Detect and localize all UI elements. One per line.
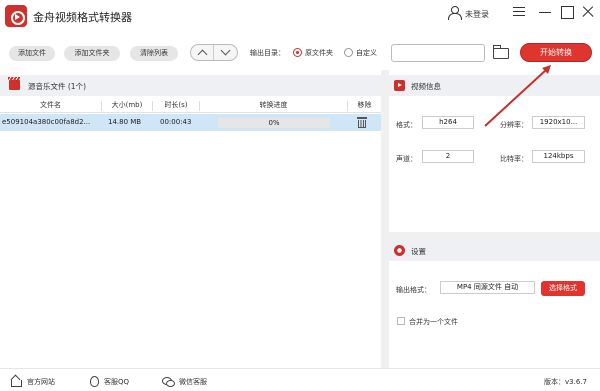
merge-label: 合并为一个文件 (409, 318, 458, 326)
resolution-label: 分辨率： (500, 121, 528, 129)
move-down-button[interactable] (214, 45, 237, 60)
trash-icon[interactable] (357, 117, 367, 128)
user-icon (448, 6, 462, 20)
wechat-support-link[interactable]: 微信客服 (179, 377, 207, 387)
output-path-input[interactable] (391, 44, 485, 62)
format-value: h264 (422, 116, 474, 129)
minimize-icon[interactable] (538, 5, 552, 19)
add-file-button[interactable]: 添加文件 (9, 46, 55, 61)
file-list-panel: 源音乐文件 (1个) 文件名 大小(mb) 时长(s) 转换进度 移除 e509… (0, 75, 381, 365)
file-list-header: 源音乐文件 (1个) (0, 75, 381, 96)
info-panel: 视频信息 格式： h264 分辨率： 1920x10... 声道： 2 比特率：… (389, 75, 600, 365)
radio-source-folder[interactable] (293, 48, 302, 57)
chevron-down-icon (220, 45, 231, 56)
file-size-cell: 14.80 MB (108, 118, 142, 126)
film-clapper-icon (8, 77, 20, 90)
channel-label: 声道： (396, 155, 417, 163)
merge-checkbox[interactable] (397, 317, 405, 325)
login-button[interactable]: 未登录 (448, 6, 494, 20)
app-window: 金舟视频格式转换器 未登录 添加文件 添加文件夹 清除列表 输出目录： 原文件夹… (0, 0, 600, 391)
close-icon[interactable] (581, 5, 595, 19)
panel-divider (389, 232, 600, 240)
settings-header: 设置 (389, 240, 600, 261)
column-header-duration: 时长(s) (164, 101, 188, 109)
gear-icon (394, 245, 405, 256)
channel-value: 2 (422, 150, 474, 163)
folder-open-icon[interactable] (493, 45, 509, 59)
toolbar: 添加文件 添加文件夹 清除列表 输出目录： 原文件夹 自定义 开始转换 (0, 38, 600, 70)
column-header-name: 文件名 (40, 101, 61, 109)
add-folder-button[interactable]: 添加文件夹 (64, 46, 120, 61)
column-header-progress: 转换进度 (259, 101, 288, 109)
file-list-title: 源音乐文件 (1个) (28, 82, 87, 91)
official-website-link[interactable]: 官方网站 (27, 377, 55, 387)
output-format-label: 输出格式： (396, 286, 431, 294)
table-row[interactable]: e509104a380c00fa8d2... 14.80 MB 00:00:43… (0, 114, 381, 131)
bitrate-label: 比特率： (500, 155, 528, 163)
column-header-size: 大小(mb) (111, 101, 143, 109)
login-label: 未登录 (465, 10, 489, 19)
radio-source-label: 原文件夹 (305, 49, 333, 57)
output-format-value: MP4 同源文件 自动 (440, 281, 535, 294)
play-icon (394, 80, 405, 91)
select-format-button[interactable]: 选择格式 (541, 281, 585, 296)
menu-icon[interactable] (512, 5, 526, 19)
radio-custom-folder[interactable] (344, 48, 353, 57)
radio-custom-label: 自定义 (356, 49, 377, 57)
app-title: 金舟视频格式转换器 (33, 11, 132, 24)
home-icon[interactable] (10, 376, 22, 387)
conversion-progress-bar: 0% (218, 118, 330, 128)
footer-bar: 官方网站 客服QQ 微信客服 版本：v3.6.7 (0, 368, 600, 391)
output-dir-label: 输出目录： (250, 49, 285, 57)
clear-list-button[interactable]: 清除列表 (130, 46, 178, 61)
video-info-header: 视频信息 (389, 75, 600, 96)
settings-title: 设置 (411, 247, 426, 256)
title-bar: 金舟视频格式转换器 未登录 (0, 0, 600, 38)
qq-icon[interactable] (88, 376, 99, 387)
maximize-icon[interactable] (560, 5, 574, 19)
format-label: 格式： (396, 121, 417, 129)
move-up-button[interactable] (191, 45, 214, 60)
bitrate-value: 124kbps (532, 150, 585, 163)
resolution-value: 1920x10... (532, 116, 585, 129)
app-logo-icon (5, 5, 27, 27)
chevron-up-icon (197, 49, 208, 60)
wechat-icon[interactable] (162, 376, 175, 387)
panel-divider (381, 70, 389, 368)
move-updown-control (190, 44, 238, 61)
column-header-remove: 移除 (357, 101, 372, 109)
qq-support-link[interactable]: 客服QQ (104, 377, 129, 387)
file-duration-cell: 00:00:43 (160, 118, 192, 126)
start-convert-button[interactable]: 开始转换 (520, 43, 592, 62)
version-label: 版本：v3.6.7 (544, 378, 587, 386)
video-info-title: 视频信息 (411, 82, 441, 91)
file-name-cell: e509104a380c00fa8d2... (2, 118, 91, 126)
